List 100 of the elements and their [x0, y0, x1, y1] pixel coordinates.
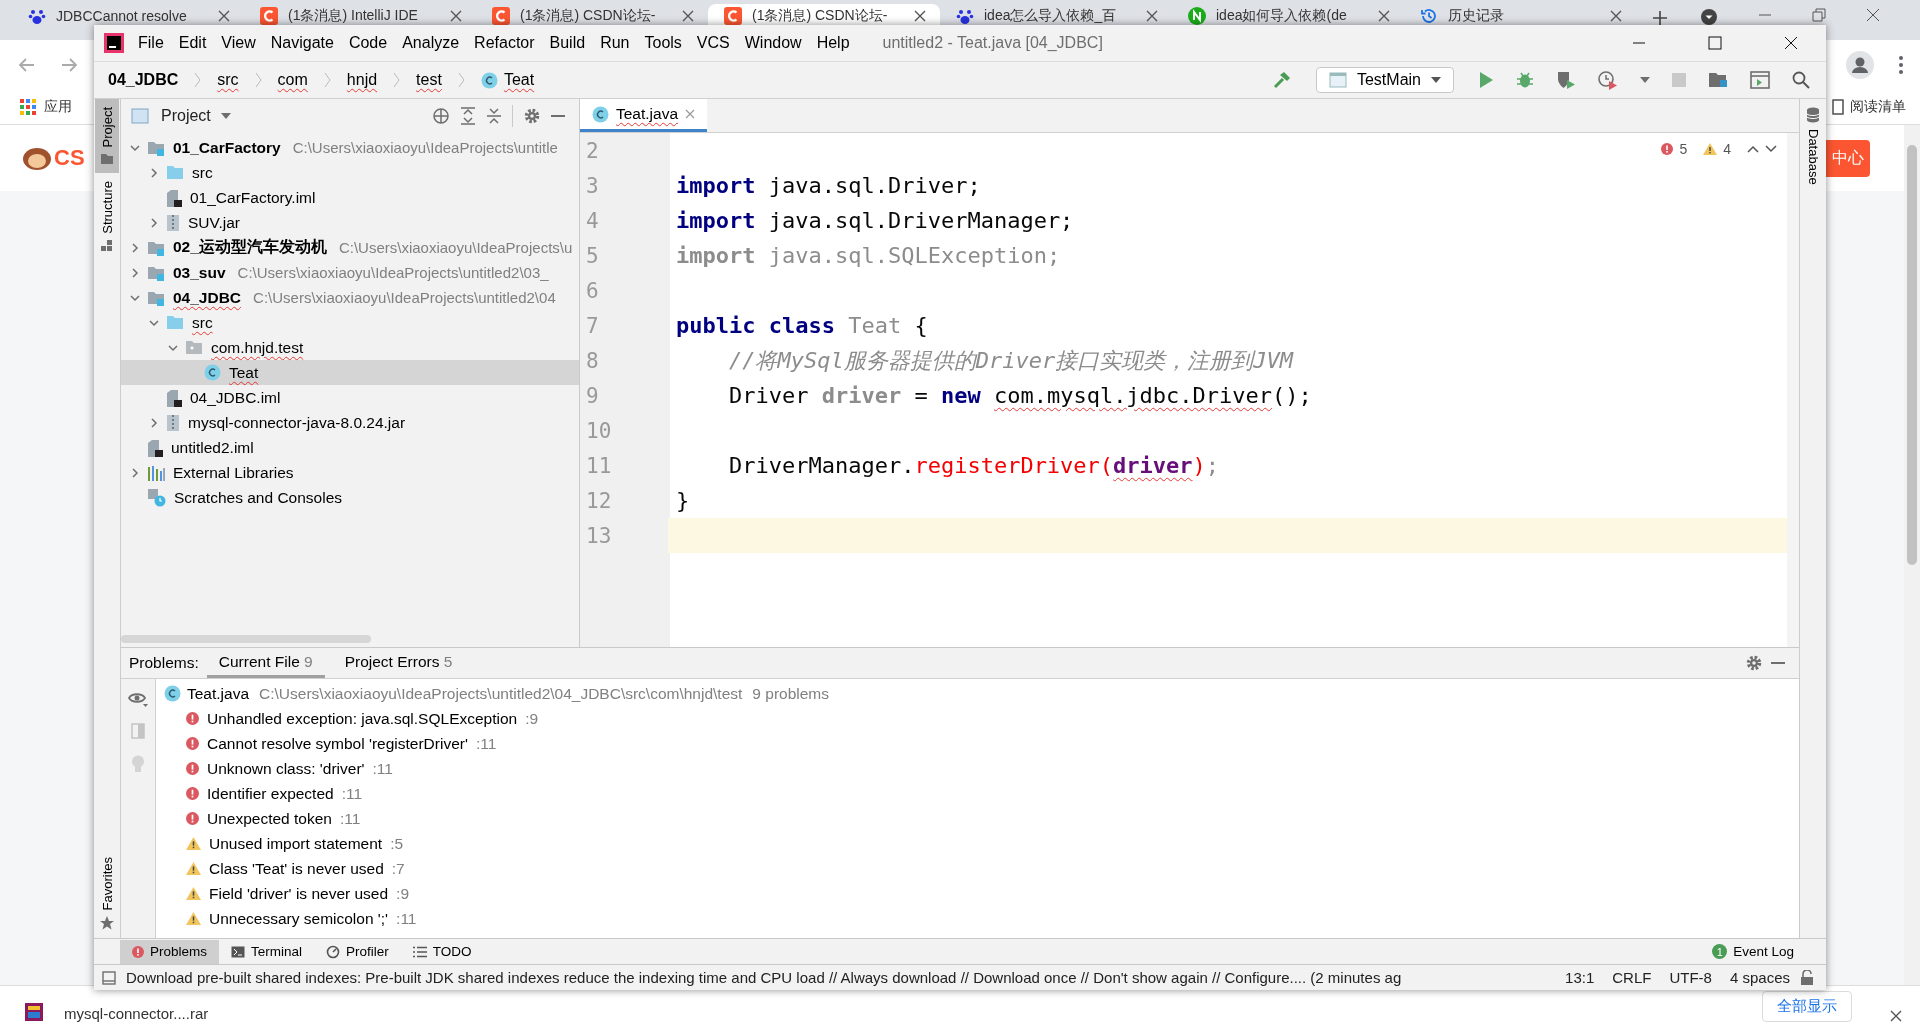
window-title: untitled2 - Teat.java [04_JDBC] [882, 34, 1103, 52]
node-label: External Libraries [173, 463, 294, 482]
breadcrumb[interactable]: test [416, 71, 442, 89]
tree-row[interactable]: 02_运动型汽车发动机 C:\Users\xiaoxiaoyu\IdeaProjects\u [121, 235, 579, 260]
problem-row[interactable]: Identifier expected :11 [164, 781, 830, 806]
database-tab[interactable]: Database [1801, 99, 1825, 193]
node-label: untitled2.iml [171, 438, 254, 457]
breadcrumb[interactable]: Teat [480, 71, 535, 89]
line-number: 12 [585, 488, 613, 513]
editor-tab[interactable]: Teat.java [580, 99, 708, 132]
file-encoding[interactable]: UTF-8 [1669, 969, 1712, 986]
node-label: 04_JDBC.iml [190, 388, 281, 407]
code-line: DriverManager.registerDriver(driver); [727, 453, 1220, 478]
tool-window-tab[interactable]: Structure [95, 173, 119, 261]
event-log-tab[interactable]: 1 Event Log [1700, 939, 1806, 964]
breadcrumb[interactable]: src [217, 71, 239, 89]
warning-count[interactable]: 4 [1723, 141, 1731, 157]
problem-row[interactable]: Unexpected token :11 [164, 806, 830, 831]
browser-tab[interactable]: JDBCCannot resolve [12, 4, 244, 25]
tool-window-tab[interactable]: Project [95, 99, 119, 174]
tree-row[interactable]: 04_JDBC C:\Users\xiaoxiaoyu\IdeaProjects\untitled2\04 [121, 285, 579, 310]
tree-row[interactable]: 03_suv C:\Users\xiaoxiaoyu\IdeaProjects\untitled2\03_ [121, 260, 579, 285]
line-number: 3 [585, 173, 600, 198]
breadcrumb[interactable]: hnjd [346, 71, 378, 89]
tool-tab[interactable]: Terminal [219, 939, 315, 964]
node-label: SUV.jar [188, 213, 240, 232]
problem-row[interactable]: Unused import statement :5 [164, 831, 830, 856]
line-number: 13 [585, 523, 613, 548]
menu-item[interactable]: Refactor [474, 34, 535, 52]
status-message[interactable]: Download pre-built shared indexes: Pre-built JDK shared indexes reduce the indexing time and CPU load // Always download // Download once // Don't show again // Configure.... (2 minutes ag [126, 969, 1402, 986]
tree-row[interactable]: src [121, 160, 579, 185]
menu-item[interactable]: Window [744, 34, 802, 52]
menu-item[interactable]: VCS [696, 34, 730, 52]
filter-tab[interactable]: Project Errors 5 [332, 648, 465, 678]
menu-item[interactable]: Run [600, 34, 630, 52]
tool-tab[interactable]: Problems [120, 939, 220, 964]
problem-row[interactable]: Cannot resolve symbol 'registerDriver' :11 [164, 731, 830, 756]
favorites-tab[interactable]: Favorites [95, 848, 119, 938]
menu-item[interactable]: Navigate [270, 34, 334, 52]
line-number: 10 [585, 418, 613, 443]
run-config-dropdown[interactable]: TestMain [1315, 67, 1454, 93]
tree-row[interactable]: untitled2.iml [121, 435, 579, 460]
error-count[interactable]: 5 [1679, 141, 1688, 157]
problem-row[interactable]: Unnecessary semicolon ';' :11 [164, 906, 830, 931]
menu-item[interactable]: Analyze [402, 34, 460, 52]
tree-row[interactable]: SUV.jar [121, 210, 579, 235]
line-number: 6 [585, 278, 600, 303]
browser-tab[interactable]: idea如何导入依赖(de [1172, 4, 1404, 25]
node-path: C:\Users\xiaoxiaoyu\IdeaProjects\untitled2\03_ [237, 264, 549, 281]
code-line: Driver driver = new com.mysql.jdbc.Driver(); [727, 383, 1312, 408]
show-all-button[interactable]: 全部显示 [1762, 991, 1852, 1022]
problem-row[interactable]: Class 'Teat' is never used :7 [164, 856, 830, 881]
line-number: 9 [585, 383, 600, 408]
tool-tab[interactable]: TODO [400, 939, 484, 964]
tree-row[interactable]: 01_CarFactory C:\Users\xiaoxiaoyu\IdeaProjects\untitle [121, 135, 579, 160]
tool-tab[interactable]: Profiler [314, 939, 401, 964]
browser-tab[interactable]: idea怎么导入依赖_百 [940, 4, 1172, 25]
tree-row[interactable]: mysql-connector-java-8.0.24.jar [121, 410, 579, 435]
node-label: com.hnjd.test [211, 338, 304, 357]
browser-tab[interactable]: (1条消息) CSDN论坛- [476, 4, 708, 25]
menu-item[interactable]: Tools [644, 34, 682, 52]
indent-setting[interactable]: 4 spaces [1729, 969, 1790, 986]
node-label: 01_CarFactory [173, 138, 281, 157]
problem-row[interactable]: Unknown class: 'driver' :11 [164, 756, 830, 781]
menu-item[interactable]: Code [348, 34, 388, 52]
browser-tab[interactable]: (1条消息) CSDN论坛- [708, 4, 940, 25]
node-label: src [192, 163, 213, 182]
menu-item[interactable]: Edit [178, 34, 207, 52]
line-number: 2 [585, 138, 600, 163]
file-name[interactable]: Teat.java [187, 684, 250, 703]
download-file-name[interactable]: mysql-connector....rar [64, 1005, 209, 1022]
code-line: import java.sql.SQLException; [676, 243, 1061, 268]
tree-row[interactable]: src [121, 310, 579, 335]
node-path: C:\Users\xiaoxiaoyu\IdeaProjects\untitled2\04 [253, 289, 556, 306]
caret-position[interactable]: 13:1 [1565, 969, 1595, 986]
panel-title[interactable]: Project [161, 106, 211, 125]
breadcrumb[interactable]: com [277, 71, 308, 89]
menu-item[interactable]: File [138, 34, 164, 52]
menu-item[interactable]: Build [549, 34, 586, 52]
tree-row[interactable]: 04_JDBC.iml [121, 385, 579, 410]
code-line: } [676, 488, 690, 513]
tree-row[interactable]: Scratches and Consoles [121, 485, 579, 510]
reading-list-link[interactable]: 阅读清单 [1850, 98, 1906, 116]
node-label: Teat [229, 363, 259, 382]
bookmark-link[interactable]: 应用 [44, 98, 72, 116]
node-label: mysql-connector-java-8.0.24.jar [188, 413, 406, 432]
breadcrumb[interactable]: 04_JDBC [108, 71, 179, 89]
tree-row[interactable]: External Libraries [121, 460, 579, 485]
file-path: C:\Users\xiaoxiaoyu\IdeaProjects\untitled2\04_JDBC\src\com\hnjd\test [259, 684, 743, 703]
problem-row[interactable]: Field 'driver' is never used :9 [164, 881, 830, 906]
menu-item[interactable]: View [221, 34, 256, 52]
browser-tab[interactable]: (1条消息) IntelliJ IDE [244, 4, 476, 25]
line-ending[interactable]: CRLF [1612, 969, 1652, 986]
tree-row[interactable]: com.hnjd.test [121, 335, 579, 360]
node-path: C:\Users\xiaoxiaoyu\IdeaProjects\u [338, 239, 573, 256]
menu-item[interactable]: Help [816, 34, 850, 52]
tree-row[interactable]: 01_CarFactory.iml [121, 185, 579, 210]
problem-row[interactable]: Unhandled exception: java.sql.SQLException :9 [164, 706, 830, 731]
browser-tab[interactable]: 历史记录 [1404, 4, 1636, 25]
tree-row[interactable]: Teat [121, 360, 579, 385]
